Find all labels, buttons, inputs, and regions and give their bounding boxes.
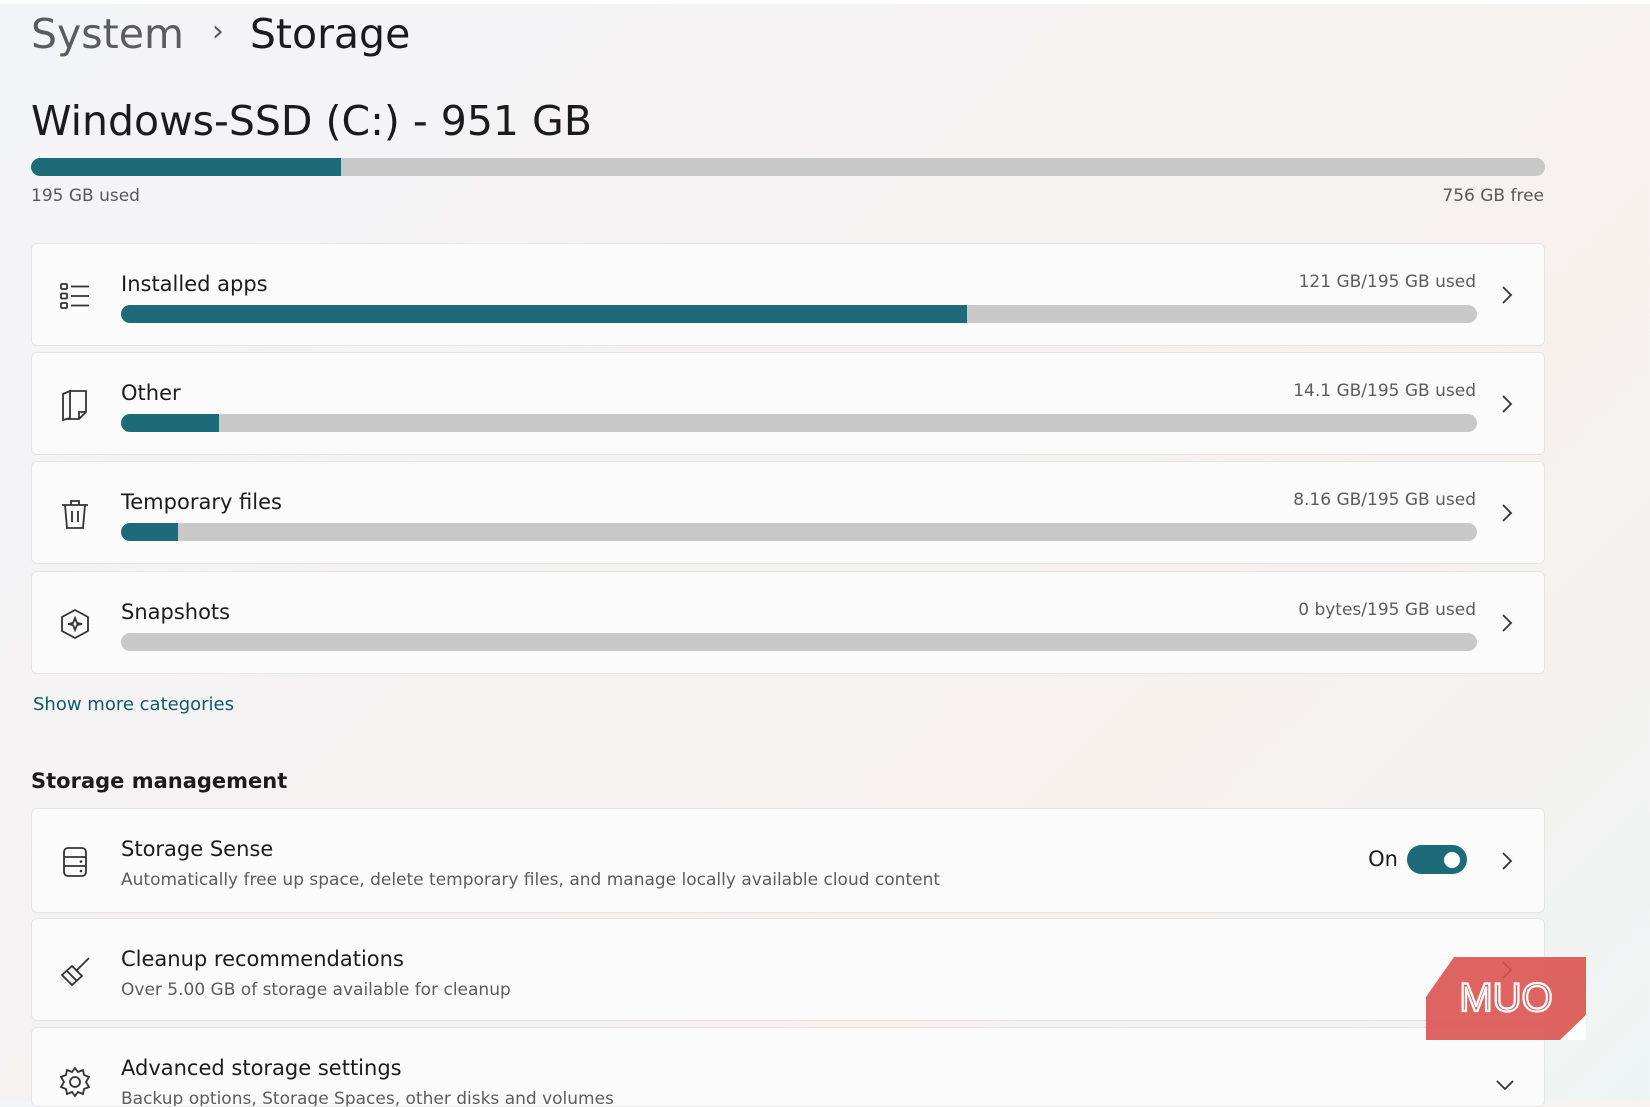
category-usage: 0 bytes/195 GB used xyxy=(1298,600,1476,620)
category-temporary-files[interactable]: Temporary files 8.16 GB/195 GB used xyxy=(31,461,1545,564)
drive-free-label: 756 GB free xyxy=(1442,186,1544,206)
breadcrumb-separator: › xyxy=(211,13,224,49)
category-usage-bar xyxy=(121,633,1477,651)
page-title: Storage xyxy=(249,10,411,58)
category-usage: 121 GB/195 GB used xyxy=(1298,272,1476,292)
broom-icon xyxy=(60,957,90,987)
chevron-right-icon xyxy=(1502,852,1513,870)
category-snapshots[interactable]: Snapshots 0 bytes/195 GB used xyxy=(31,571,1545,674)
toggle-knob xyxy=(1444,852,1460,868)
advanced-storage-settings-title: Advanced storage settings xyxy=(121,1056,402,1080)
trash-icon xyxy=(62,500,88,529)
category-usage: 8.16 GB/195 GB used xyxy=(1293,490,1476,510)
category-usage-bar-fill xyxy=(121,523,178,541)
cleanup-recommendations-description: Over 5.00 GB of storage available for cl… xyxy=(121,980,511,1000)
category-usage-bar xyxy=(121,305,1477,323)
storage-sense-row[interactable]: Storage Sense Automatically free up spac… xyxy=(31,808,1545,913)
category-label: Snapshots xyxy=(121,600,231,624)
advanced-storage-settings-description: Backup options, Storage Spaces, other di… xyxy=(121,1089,614,1107)
window-top-edge xyxy=(0,0,1650,4)
chevron-right-icon xyxy=(1502,286,1513,304)
storage-management-heading: Storage management xyxy=(31,769,288,793)
category-label: Installed apps xyxy=(121,272,268,296)
drive-used-label: 195 GB used xyxy=(31,186,140,206)
muo-watermark-logo: MUO xyxy=(1426,957,1586,1040)
chevron-down-icon xyxy=(1496,1080,1514,1091)
category-usage: 14.1 GB/195 GB used xyxy=(1293,381,1476,401)
category-usage-bar-fill xyxy=(121,305,968,323)
document-icon xyxy=(62,389,87,422)
category-label: Other xyxy=(121,381,181,405)
drive-usage-bar-fill xyxy=(31,158,342,176)
category-installed-apps[interactable]: Installed apps 121 GB/195 GB used xyxy=(31,243,1545,346)
drive-title: Windows-SSD (C:) - 951 GB xyxy=(31,97,592,145)
category-label: Temporary files xyxy=(121,490,282,514)
storage-sense-status: On xyxy=(1368,847,1398,871)
list-icon xyxy=(60,283,89,309)
storage-sense-title: Storage Sense xyxy=(121,837,274,861)
gear-icon xyxy=(59,1066,91,1098)
breadcrumb-system-link[interactable]: System xyxy=(31,10,184,59)
storage-sense-icon xyxy=(63,847,87,877)
show-more-categories-link[interactable]: Show more categories xyxy=(33,694,234,715)
drive-usage-bar xyxy=(31,158,1545,176)
storage-sense-toggle[interactable] xyxy=(1407,845,1467,874)
chevron-right-icon xyxy=(1502,614,1513,632)
svg-text:MUO: MUO xyxy=(1459,976,1552,1020)
category-usage-bar xyxy=(121,414,1477,432)
storage-sense-description: Automatically free up space, delete temp… xyxy=(121,870,941,890)
chevron-right-icon xyxy=(1502,504,1513,522)
breadcrumb: System › Storage xyxy=(31,10,410,59)
chevron-right-icon xyxy=(1502,395,1513,413)
cleanup-recommendations-title: Cleanup recommendations xyxy=(121,947,404,971)
category-usage-bar xyxy=(121,523,1477,541)
cleanup-recommendations-row[interactable]: Cleanup recommendations Over 5.00 GB of … xyxy=(31,918,1545,1021)
category-usage-bar-fill xyxy=(121,414,219,432)
advanced-storage-settings-row[interactable]: Advanced storage settings Backup options… xyxy=(31,1027,1545,1107)
snapshot-icon xyxy=(61,608,89,640)
category-other[interactable]: Other 14.1 GB/195 GB used xyxy=(31,352,1545,455)
